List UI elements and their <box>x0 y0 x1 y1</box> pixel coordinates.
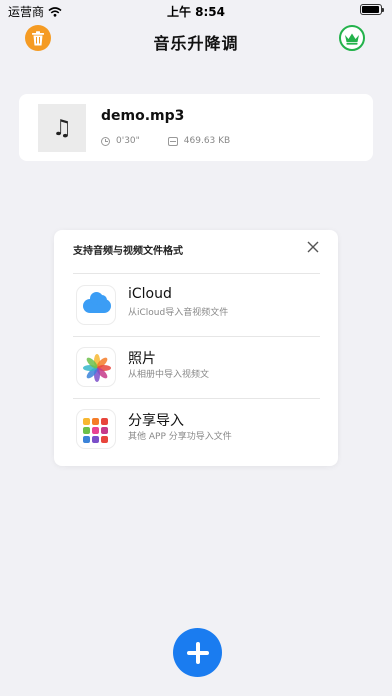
file-thumbnail: ♫ <box>38 104 86 152</box>
file-card[interactable]: ♫ demo.mp3 0'30" 469.63 KB <box>19 94 373 161</box>
divider <box>73 273 320 274</box>
file-meta: 0'30" 469.63 KB <box>101 136 230 146</box>
clock-icon <box>101 136 110 146</box>
storage-icon <box>167 136 178 146</box>
icloud-icon <box>76 285 116 325</box>
file-size: 469.63 KB <box>183 136 231 146</box>
battery-icon <box>360 4 384 15</box>
option-title: iCloud <box>128 286 172 302</box>
status-time: 上午 8:54 <box>166 5 226 19</box>
divider <box>73 398 320 399</box>
option-subtitle: 其他 APP 分享功导入文件 <box>128 432 232 442</box>
close-button[interactable] <box>305 240 321 256</box>
sheet-title: 支持音频与视频文件格式 <box>73 246 183 257</box>
photos-icon <box>76 347 116 387</box>
nav-bar: 音乐升降调 <box>0 22 392 58</box>
option-title: 照片 <box>128 351 156 367</box>
import-sheet: 支持音频与视频文件格式 iCloud 从iCloud导入音视频文件 照片 从相册… <box>54 230 338 466</box>
option-icloud[interactable]: iCloud 从iCloud导入音视频文件 <box>73 276 320 328</box>
option-share-import[interactable]: 分享导入 其他 APP 分享功导入文件 <box>73 400 320 452</box>
crown-icon <box>345 33 359 45</box>
vip-button[interactable] <box>339 25 365 51</box>
close-icon <box>307 241 319 253</box>
status-right <box>360 4 384 15</box>
divider <box>73 336 320 337</box>
file-name: demo.mp3 <box>101 108 185 124</box>
page-title: 音乐升降调 <box>153 34 239 53</box>
option-subtitle: 从相册中导入视频文 <box>128 370 210 380</box>
add-button[interactable] <box>173 628 222 677</box>
option-subtitle: 从iCloud导入音视频文件 <box>128 308 229 318</box>
option-title: 分享导入 <box>128 413 184 429</box>
option-photos[interactable]: 照片 从相册中导入视频文 <box>73 338 320 390</box>
share-apps-icon <box>76 409 116 449</box>
plus-icon <box>186 641 209 664</box>
status-bar: 运营商 上午 8:54 <box>0 0 392 20</box>
file-duration: 0'30" <box>116 136 140 146</box>
music-note-icon: ♫ <box>52 115 72 141</box>
